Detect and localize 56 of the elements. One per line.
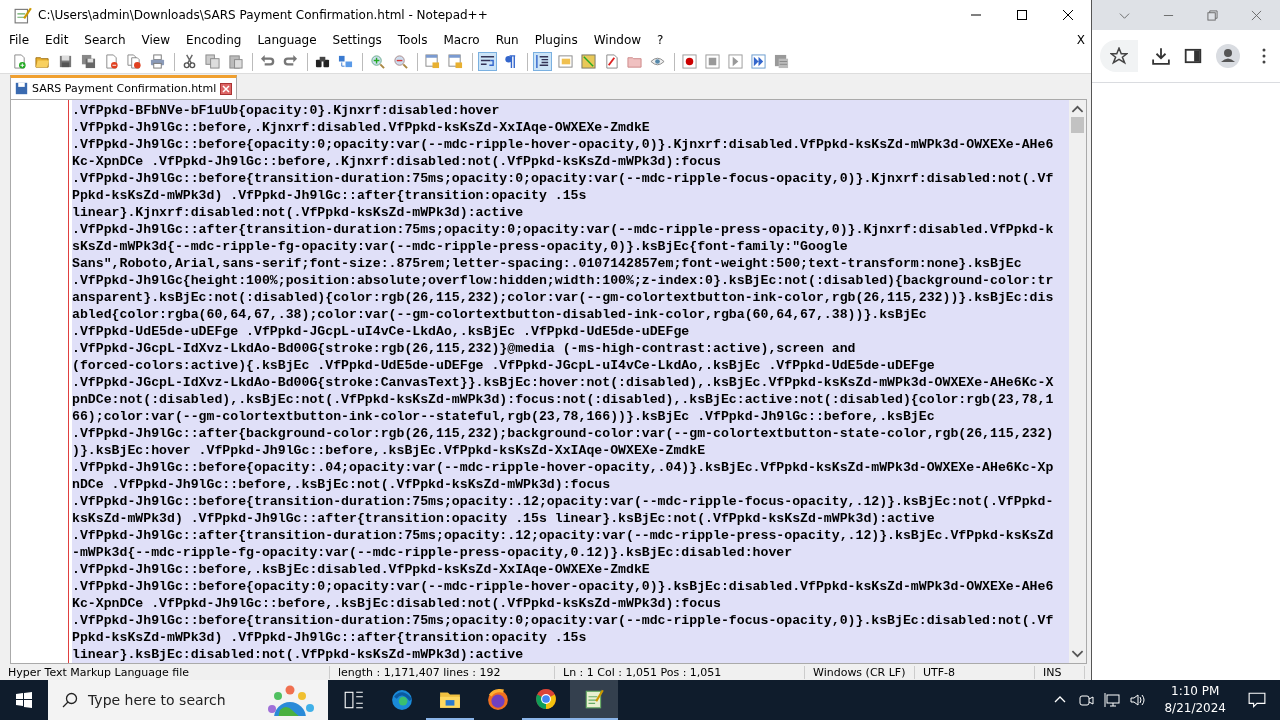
menu-item[interactable]: ? xyxy=(657,32,664,47)
volume-icon[interactable] xyxy=(1130,692,1147,708)
stop-icon[interactable] xyxy=(703,52,722,72)
notification-icon[interactable] xyxy=(1248,691,1266,709)
menu-item[interactable]: Run xyxy=(495,32,519,47)
status-text: UTF-8 xyxy=(915,665,1035,679)
map-icon[interactable] xyxy=(579,52,598,72)
clock-date: 8/21/2024 xyxy=(1164,700,1226,717)
record-icon[interactable] xyxy=(680,52,699,72)
star-icon[interactable] xyxy=(1110,47,1128,65)
menu-item[interactable]: View xyxy=(141,32,171,47)
avatar-icon[interactable] xyxy=(1216,44,1240,68)
status-text: Ln : 1 Col : 1,051 Pos : 1,051 xyxy=(555,665,805,679)
indent-guide-icon[interactable] xyxy=(533,52,552,72)
word-wrap-icon[interactable] xyxy=(478,52,497,72)
file-tab[interactable]: SARS Payment Confirmation.html xyxy=(10,75,238,100)
status-text: Windows (CR LF) xyxy=(805,665,915,679)
window-title: C:\Users\admin\Downloads\SARS Payment Confirmation.html - Notepad++ xyxy=(38,8,489,22)
close-icon[interactable] xyxy=(1251,9,1262,21)
close-document-button[interactable]: X xyxy=(1076,32,1085,47)
printer-icon[interactable] xyxy=(148,52,167,72)
zoom-in-icon[interactable] xyxy=(368,52,387,72)
code-text[interactable]: .VfPpkd-BFbNVe-bF1uUb{opacity:0}.Kjnxrf:disabled:hover .VfPpkd-Jh9lGc::before,.Kjnxrf:disabled.VfPpkd-ksKsZd-XxIAqe-OWXEXe-ZmdkE .VfPpkd-Jh9lGc::before{opacity:0;opacity:var(--mdc-ripple-hover-opacity,0)}.Kjnxrf:disabled.VfPpkd-ksKsZd-mWPk3d-OWXEXe-AHe6 Kc-XpnDCe .VfPpkd-Jh9lGc::before,.Kjnxrf:disabled:not(.VfPpkd-ksKsZd-mWPk3d):focus .VfPpkd-Jh9lGc::before{transition-duration:75ms;opacity:0;opacity:var(--mdc-ripple-focus-opacity,0)}.Kjnxrf:disabled:not(.Vf Ppkd-ksKsZd-mWPk3d) .VfPpkd-Jh9lGc::after{transition:opacity .15s linear}.Kjnxrf:disabled:not(.VfPpkd-ksKsZd-mWPk3d):active .VfPpkd-Jh9lGc::after{transition-duration:75ms;opacity:0;opacity:var(--mdc-ripple-press-opacity,0)}.Kjnxrf:disabled.VfPpkd-k sKsZd-mWPk3d{--mdc-ripple-fg-opacity:var(--mdc-ripple-press-opacity,0)}.ksBjEc{font-family:"Google Sans",Roboto,Arial,sans-serif;font-size:.875rem;letter-spacing:.0107142857em;font-weight:500;text-transform:none}.ksBjEc .VfPpkd-Jh9lGc{height:100%;position:absolute;overflow:hidden;width:100%;z-index:0}.ksBjEc:not(:disabled){background-color:tr ansparent}.ksBjEc:not(:disabled){color:rgb(26,115,232);color:var(--gm-colortextbutton-ink-color,rgb(26,115,232))}.ksBjEc:dis abled{color:rgba(60,64,67,.38);color:var(--gm-colortextbutton-disabled-ink-color,rgba(60,64,67,.38))}.ksBjEc .VfPpkd-UdE5de-uDEFge .VfPpkd-JGcpL-uI4vCe-LkdAo,.ksBjEc .VfPpkd-UdE5de-uDEFge .VfPpkd-JGcpL-IdXvz-LkdAo-Bd00G{stroke:rgb(26,115,232)}@media (-ms-high-contrast:active),screen and (forced-colors:active){.ksBjEc .VfPpkd-UdE5de-uDEFge .VfPpkd-JGcpL-uI4vCe-LkdAo,.ksBjEc .VfPpkd-UdE5de-uDEFge .VfPpkd-JGcpL-IdXvz-LkdAo-Bd00G{stroke:CanvasText}}.ksBjEc:hover:not(:disabled),.ksBjEc.VfPpkd-ksKsZd-mWPk3d-OWXEXe-AHe6Kc-X pnDCe:not(:disabled),.ksBjEc:not(.VfPpkd-ksKsZd-mWPk3d):focus:not(:disabled),.ksBjEc:active:not(:disabled){color:rgb(23,78,1 66);color:var(--gm-colortextbutton-ink-color--stateful,rgb(23,78,166))}.ksBjEc .VfPpkd-Jh9lGc::before,.ksBjEc .VfPpkd-Jh9lGc::after{background-color:rgb(26,115,232);background-color:var(--gm-colortextbutton-state-color,rgb(26,115,232) )}.ksBjEc:hover .VfPpkd-Jh9lGc::before,.ksBjEc.VfPpkd-ksKsZd-XxIAqe-OWXEXe-ZmdkE .VfPpkd-Jh9lGc::before{opacity:.04;opacity:var(--mdc-ripple-hover-opacity,.04)}.ksBjEc.VfPpkd-ksKsZd-mWPk3d-OWXEXe-AHe6Kc-Xp nDCe .VfPpkd-Jh9lGc::before,.ksBjEc:not(.VfPpkd-ksKsZd-mWPk3d):focus .VfPpkd-Jh9lGc::before{transition-duration:75ms;opacity:.12;opacity:var(--mdc-ripple-focus-opacity,.12)}.ksBjEc:not(.VfPpkd- ksKsZd-mWPk3d) .VfPpkd-Jh9lGc::after{transition:opacity .15s linear}.ksBjEc:not(.VfPpkd-ksKsZd-mWPk3d):active .VfPpkd-Jh9lGc::after{transition-duration:75ms;opacity:.12;opacity:var(--mdc-ripple-press-opacity,.12)}.ksBjEc.VfPpkd-ksKsZd -mWPk3d{--mdc-ripple-fg-opacity:var(--mdc-ripple-press-opacity,0.12)}.ksBjEc:disabled:hover .VfPpkd-Jh9lGc::before,.ksBjEc:disabled.VfPpkd-ksKsZd-XxIAqe-OWXEXe-ZmdkE .VfPpkd-Jh9lGc::before{opacity:0;opacity:var(--mdc-ripple-hover-opacity,0)}.ksBjEc:disabled.VfPpkd-ksKsZd-mWPk3d-OWXEXe-AHe6 Kc-XpnDCe .VfPpkd-Jh9lGc::before,.ksBjEc:disabled:not(.VfPpkd-ksKsZd-mWPk3d):focus .VfPpkd-Jh9lGc::before{transition-duration:75ms;opacity:0;opacity:var(--mdc-ripple-focus-opacity,0)}.ksBjEc:disabled:not(.Vf Ppkd-ksKsZd-mWPk3d) .VfPpkd-Jh9lGc::after{transition:opacity .15s linear}.ksBjEc:disabled:not(.VfPpkd-ksKsZd-mWPk3d):active xyxy=(72,100,1069,664)
network-icon[interactable] xyxy=(1104,692,1121,708)
save-icon xyxy=(15,82,28,96)
play-icon[interactable] xyxy=(726,52,745,72)
menu-item[interactable]: Settings xyxy=(332,32,382,47)
menu-item[interactable]: Edit xyxy=(45,32,69,47)
menu-item[interactable]: Language xyxy=(257,32,317,47)
status-text: Hyper Text Markup Language file xyxy=(0,665,330,679)
notepad-icon[interactable] xyxy=(570,680,618,720)
download-icon[interactable] xyxy=(1152,47,1170,65)
status-text: length : 1,171,407 lines : 192 xyxy=(330,665,555,679)
menu-item[interactable]: Window xyxy=(593,32,642,47)
fast-forward-icon[interactable] xyxy=(749,52,768,72)
menu-item[interactable]: Encoding xyxy=(186,32,242,47)
menu-item[interactable]: Tools xyxy=(397,32,428,47)
menu-item[interactable]: File xyxy=(9,32,30,47)
search-icon xyxy=(62,692,78,708)
camera-icon[interactable] xyxy=(1078,692,1095,708)
close-tab-icon[interactable] xyxy=(220,82,233,95)
scroll-thumb[interactable] xyxy=(1071,117,1084,134)
side-panel-icon[interactable] xyxy=(1184,47,1202,65)
menu-item[interactable]: Plugins xyxy=(534,32,578,47)
status-text: INS xyxy=(1035,665,1085,679)
scrollbar[interactable] xyxy=(1069,100,1086,664)
zoom-out-icon[interactable] xyxy=(391,52,410,72)
menu-item[interactable]: Search xyxy=(84,32,126,47)
kebab-menu-icon[interactable] xyxy=(1262,48,1266,64)
close-all-icon[interactable] xyxy=(125,52,144,72)
paste-icon[interactable] xyxy=(226,52,245,72)
restore-icon[interactable] xyxy=(1207,9,1218,21)
notepad-app-icon xyxy=(14,6,32,24)
search-field[interactable]: Type here to search xyxy=(48,680,328,720)
menu-item[interactable]: Macro xyxy=(443,32,480,47)
clock-time: 1:10 PM xyxy=(1171,683,1220,700)
